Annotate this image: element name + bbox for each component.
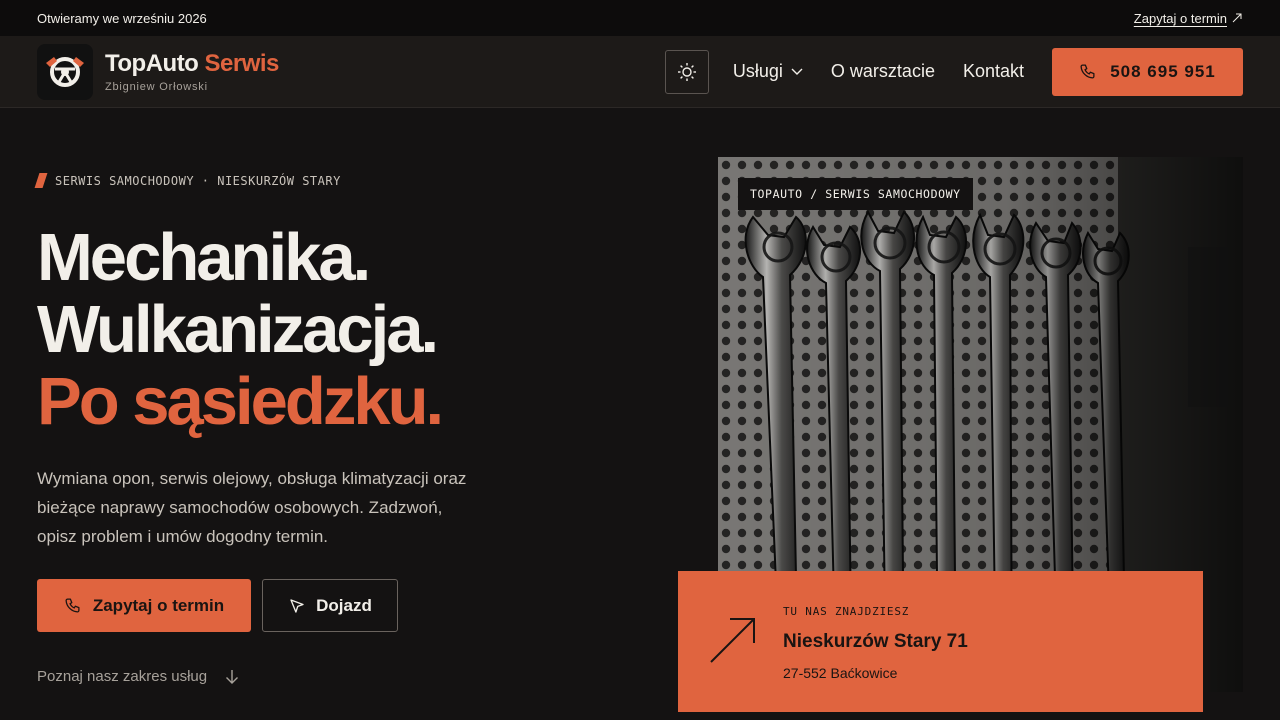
eyebrow-text: SERWIS SAMOCHODOWY · NIESKURZÓW STARY — [55, 173, 341, 188]
logo[interactable] — [37, 43, 93, 100]
brand[interactable]: TopAuto Serwis Zbigniew Orłowski — [105, 49, 280, 93]
location-card[interactable]: TU NAS ZNAJDZIESZ Nieskurzów Stary 71 27… — [678, 571, 1203, 712]
headline-line-2: Wulkanizacja. — [37, 292, 439, 367]
site-header: TopAuto Serwis Zbigniew Orłowski Usługi … — [0, 36, 1280, 108]
book-appointment-button[interactable]: Zapytaj o termin — [37, 579, 251, 632]
sun-icon — [677, 62, 696, 81]
photo-caption-tag: TOPAUTO / SERWIS SAMOCHODOWY — [738, 178, 973, 210]
steering-wrench-icon — [46, 56, 84, 87]
location-city: 27-552 Baćkowice — [783, 665, 898, 681]
location-address: Nieskurzów Stary 71 — [783, 631, 968, 652]
announcement-bar: Otwieramy we wrześniu 2026 Zapytaj o ter… — [0, 0, 1280, 36]
directions-label: Dojazd — [316, 595, 372, 615]
announcement-text: Otwieramy we wrześniu 2026 — [37, 10, 207, 26]
eyebrow-mark — [34, 173, 48, 188]
headline-line-3: Po sąsiedzku. — [37, 364, 444, 439]
brand-name: TopAuto Serwis — [105, 49, 280, 77]
directions-button[interactable]: Dojazd — [262, 579, 398, 632]
nav-contact[interactable]: Kontakt — [963, 61, 1024, 82]
arrow-down-icon — [226, 669, 239, 684]
cursor-arrow-icon — [290, 598, 304, 613]
phone-number: 508 695 951 — [1110, 61, 1216, 81]
nav-about[interactable]: O warsztacie — [831, 61, 935, 82]
arrow-up-right-icon — [1232, 13, 1242, 23]
nav-services[interactable]: Usługi — [733, 61, 803, 82]
theme-toggle-button[interactable] — [664, 49, 709, 94]
chevron-down-icon — [791, 68, 803, 75]
services-scroll-link[interactable]: Poznaj nasz zakres usług — [37, 668, 239, 685]
hero-lead: Wymiana opon, serwis olejowy, obsługa kl… — [37, 469, 467, 546]
phone-icon — [65, 598, 80, 613]
phone-icon — [1080, 64, 1095, 79]
hero-headline: Mechanika. Wulkanizacja. Po sąsiedzku. — [37, 220, 444, 439]
phone-button[interactable]: 508 695 951 — [1052, 47, 1243, 96]
brand-owner: Zbigniew Orłowski — [105, 80, 208, 93]
nav-services-label: Usługi — [732, 61, 783, 81]
book-appointment-label: Zapytaj o termin — [92, 595, 225, 615]
hero-eyebrow: SERWIS SAMOCHODOWY · NIESKURZÓW STARY — [34, 173, 341, 188]
arrow-up-right-icon — [710, 618, 755, 663]
location-label: TU NAS ZNAJDZIESZ — [783, 605, 910, 618]
top-book-link[interactable]: Zapytaj o termin — [1134, 11, 1243, 26]
main-nav: Usługi O warsztacie Kontakt 508 695 951 — [664, 47, 1243, 96]
brand-name-main: TopAuto — [105, 49, 199, 77]
top-book-link-label: Zapytaj o termin — [1133, 10, 1227, 26]
services-scroll-label: Poznaj nasz zakres usług — [37, 668, 208, 685]
brand-name-accent: Serwis — [204, 49, 280, 77]
headline-line-1: Mechanika. — [37, 220, 371, 295]
